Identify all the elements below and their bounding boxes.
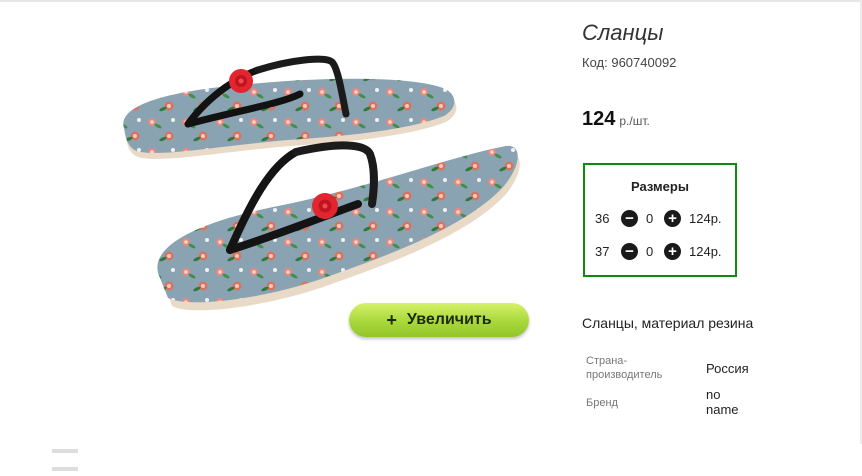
minus-icon[interactable]: − bbox=[621, 243, 638, 260]
sizes-panel: Размеры 36 − 0 + 124р. 37 − 0 + 124р. bbox=[583, 163, 737, 277]
product-image[interactable] bbox=[110, 54, 530, 336]
brand-value: no name bbox=[706, 387, 739, 417]
product-price: 124 р./шт. bbox=[582, 108, 650, 131]
brand-value-line2: name bbox=[706, 402, 739, 417]
sizes-title: Размеры bbox=[631, 179, 689, 194]
thumbnail-strip bbox=[52, 440, 116, 471]
size-label: 36 bbox=[595, 211, 610, 226]
product-description: Сланцы, материал резина bbox=[582, 315, 754, 331]
size-price: 124р. bbox=[689, 244, 722, 259]
brand-label: Бренд bbox=[586, 397, 618, 409]
product-code-value: 960740092 bbox=[611, 55, 677, 70]
product-code: Код: 960740092 bbox=[582, 55, 676, 70]
size-row: 37 − 0 + 124р. bbox=[595, 242, 735, 262]
plus-icon[interactable]: + bbox=[664, 210, 681, 227]
minus-icon[interactable]: − bbox=[621, 210, 638, 227]
country-label-line2: производитель bbox=[586, 369, 663, 381]
thumbnail[interactable] bbox=[52, 449, 78, 453]
top-border bbox=[0, 0, 862, 2]
brand-value-line1: no bbox=[706, 387, 721, 402]
size-price: 124р. bbox=[689, 211, 722, 226]
quantity-value: 0 bbox=[646, 244, 654, 259]
thumbnail[interactable] bbox=[52, 467, 78, 471]
price-unit: р./шт. bbox=[619, 114, 650, 128]
size-label: 37 bbox=[595, 244, 610, 259]
zoom-button-label: Увеличить bbox=[406, 311, 492, 328]
country-value: Россия bbox=[706, 361, 749, 376]
size-row: 36 − 0 + 124р. bbox=[595, 209, 735, 229]
quantity-value: 0 bbox=[646, 211, 654, 226]
plus-icon[interactable]: + bbox=[664, 243, 681, 260]
price-value: 124 bbox=[582, 108, 616, 130]
product-title: Сланцы bbox=[582, 20, 664, 45]
product-code-label: Код: bbox=[582, 55, 608, 70]
country-label-line1: Страна- bbox=[586, 355, 628, 367]
zoom-button[interactable]: + Увеличить bbox=[349, 303, 529, 337]
country-label: Страна- производитель bbox=[586, 354, 662, 382]
front-flip-flop bbox=[157, 141, 520, 311]
plus-icon: + bbox=[386, 309, 397, 330]
back-flip-flop bbox=[123, 55, 457, 159]
